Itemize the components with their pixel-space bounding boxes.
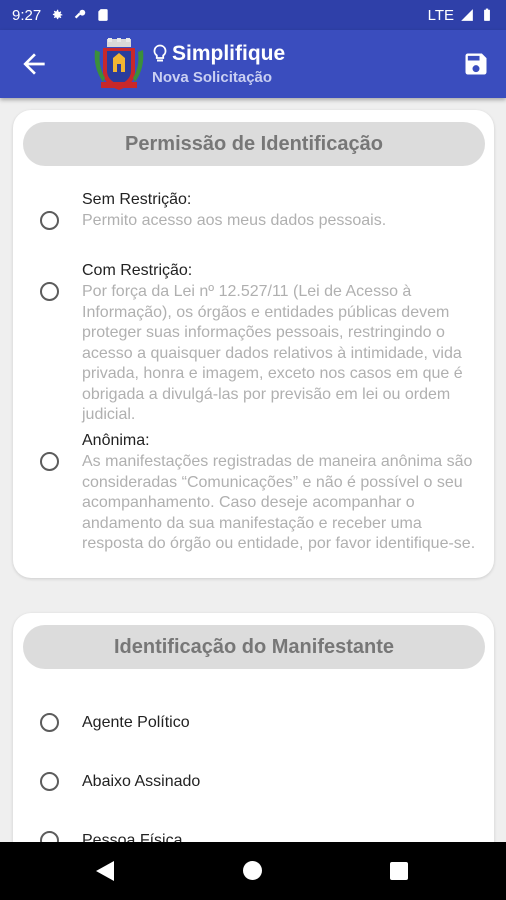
nav-home-icon[interactable] (243, 861, 262, 880)
key-icon (74, 9, 86, 19)
option-abaixo-assinado[interactable]: Abaixo Assinado (13, 768, 494, 798)
signal-icon (461, 9, 473, 21)
radio-button[interactable] (40, 713, 59, 732)
status-time: 9:27 (12, 6, 42, 24)
option-title: Agente Político (82, 714, 190, 731)
form-content[interactable]: Permissão de Identificação Sem Restrição… (0, 98, 506, 842)
option-pessoa-fisica[interactable]: Pessoa Física (13, 827, 494, 842)
option-title: Com Restrição: (82, 262, 193, 279)
nav-back-icon[interactable] (96, 861, 114, 881)
option-title: Abaixo Assinado (82, 773, 201, 790)
nav-recents-icon[interactable] (390, 862, 408, 880)
option-description: As manifestações registradas de maneira … (82, 453, 476, 552)
radio-button[interactable] (40, 772, 59, 791)
option-title: Sem Restrição: (82, 191, 192, 208)
gear-icon (53, 9, 63, 20)
permission-card-header: Permissão de Identificação (23, 122, 485, 166)
option-title: Pessoa Física (82, 832, 183, 842)
identification-card-header: Identificação do Manifestante (23, 625, 485, 669)
option-agente-politico[interactable]: Agente Político (13, 709, 494, 739)
option-title: Anônima: (82, 432, 150, 449)
option-anonima[interactable]: Anônima: As manifestações registradas de… (13, 431, 494, 576)
option-com-restricao[interactable]: Com Restrição: Por força da Lei nº 12.52… (13, 261, 494, 423)
radio-button[interactable] (40, 452, 59, 471)
radio-button[interactable] (40, 282, 59, 301)
radio-button[interactable] (40, 831, 59, 842)
app-subtitle: Nova Solicitação (152, 69, 273, 86)
option-sem-restricao[interactable]: Sem Restrição: Permito acesso aos meus d… (13, 190, 494, 250)
option-description: Por força da Lei nº 12.527/11 (Lei de Ac… (82, 283, 463, 423)
battery-icon (484, 8, 490, 21)
coat-of-arms-logo (94, 38, 144, 90)
permission-card: Permissão de Identificação Sem Restrição… (13, 110, 494, 578)
sd-card-icon (98, 9, 108, 21)
save-icon[interactable] (462, 50, 490, 78)
app-title: Simplifique (172, 42, 286, 65)
radio-button[interactable] (40, 211, 59, 230)
app-bar: Simplifique Nova Solicitação (0, 30, 506, 98)
status-bar: 9:27 LTE (0, 0, 506, 30)
back-arrow-icon[interactable] (18, 48, 50, 80)
network-type: LTE (427, 6, 454, 24)
option-description: Permito acesso aos meus dados pessoais. (82, 212, 387, 229)
identification-card: Identificação do Manifestante Agente Pol… (13, 613, 494, 842)
lightbulb-icon (153, 44, 167, 62)
system-nav-bar (0, 842, 506, 900)
